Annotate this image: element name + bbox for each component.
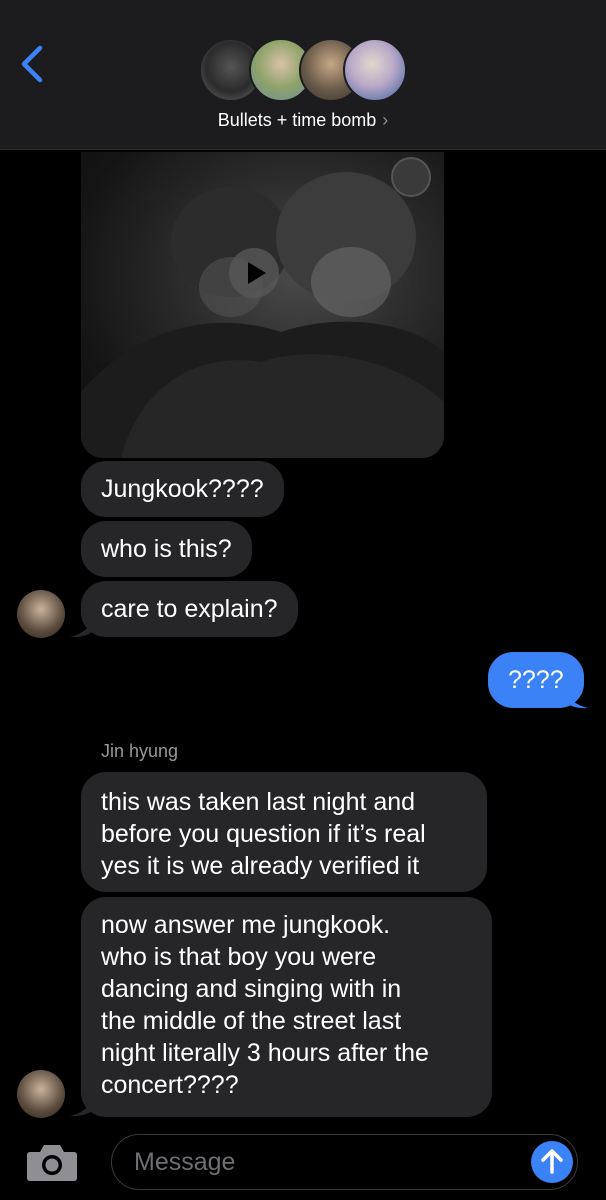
message-line: concert???? <box>101 1071 239 1099</box>
video-options-button[interactable] <box>391 157 431 197</box>
incoming-message: who is this? <box>81 521 252 577</box>
message-text: Jungkook???? <box>101 475 264 503</box>
group-name[interactable]: Bullets + time bomb › <box>0 110 606 131</box>
incoming-message: care to explain? <box>81 581 298 637</box>
camera-icon[interactable] <box>26 1142 78 1182</box>
message-input[interactable] <box>111 1134 578 1190</box>
message-line: yes it is we already verified it <box>101 852 420 880</box>
message-text: care to explain? <box>101 595 278 623</box>
message-text: who is this? <box>101 535 232 563</box>
message-line: now answer me jungkook. <box>101 911 391 939</box>
message-line: before you question if it’s real <box>101 820 426 848</box>
incoming-message: this was taken last night and before you… <box>81 772 487 892</box>
message-text: ???? <box>508 666 564 694</box>
message-line: this was taken last night and <box>101 788 416 816</box>
incoming-message: Jungkook???? <box>81 461 284 517</box>
sender-avatar[interactable] <box>17 1070 65 1118</box>
group-avatars[interactable] <box>199 38 409 104</box>
arrow-up-icon <box>541 1149 563 1174</box>
play-icon[interactable] <box>228 247 280 299</box>
avatar <box>343 38 407 102</box>
message-line: dancing and singing with in <box>101 975 402 1003</box>
bubble-tail <box>70 1092 96 1117</box>
chevron-left-icon[interactable] <box>18 44 48 84</box>
video-thumbnail <box>81 172 444 458</box>
sender-avatar[interactable] <box>17 590 65 638</box>
sender-name-label: Jin hyung <box>101 741 179 761</box>
message-line: night literally 3 hours after the <box>101 1039 429 1067</box>
conversation-header: Bullets + time bomb › <box>0 0 606 150</box>
message-line: who is that boy you were <box>101 943 377 971</box>
bubble-tail <box>562 684 588 709</box>
incoming-message: now answer me jungkook. who is that boy … <box>81 897 492 1117</box>
chevron-right-icon: › <box>382 110 389 130</box>
message-line: the middle of the street last <box>101 1007 402 1035</box>
video-attachment[interactable] <box>81 152 444 458</box>
send-button[interactable] <box>531 1141 573 1183</box>
group-name-label: Bullets + time bomb <box>217 110 377 130</box>
bubble-tail <box>70 613 96 638</box>
